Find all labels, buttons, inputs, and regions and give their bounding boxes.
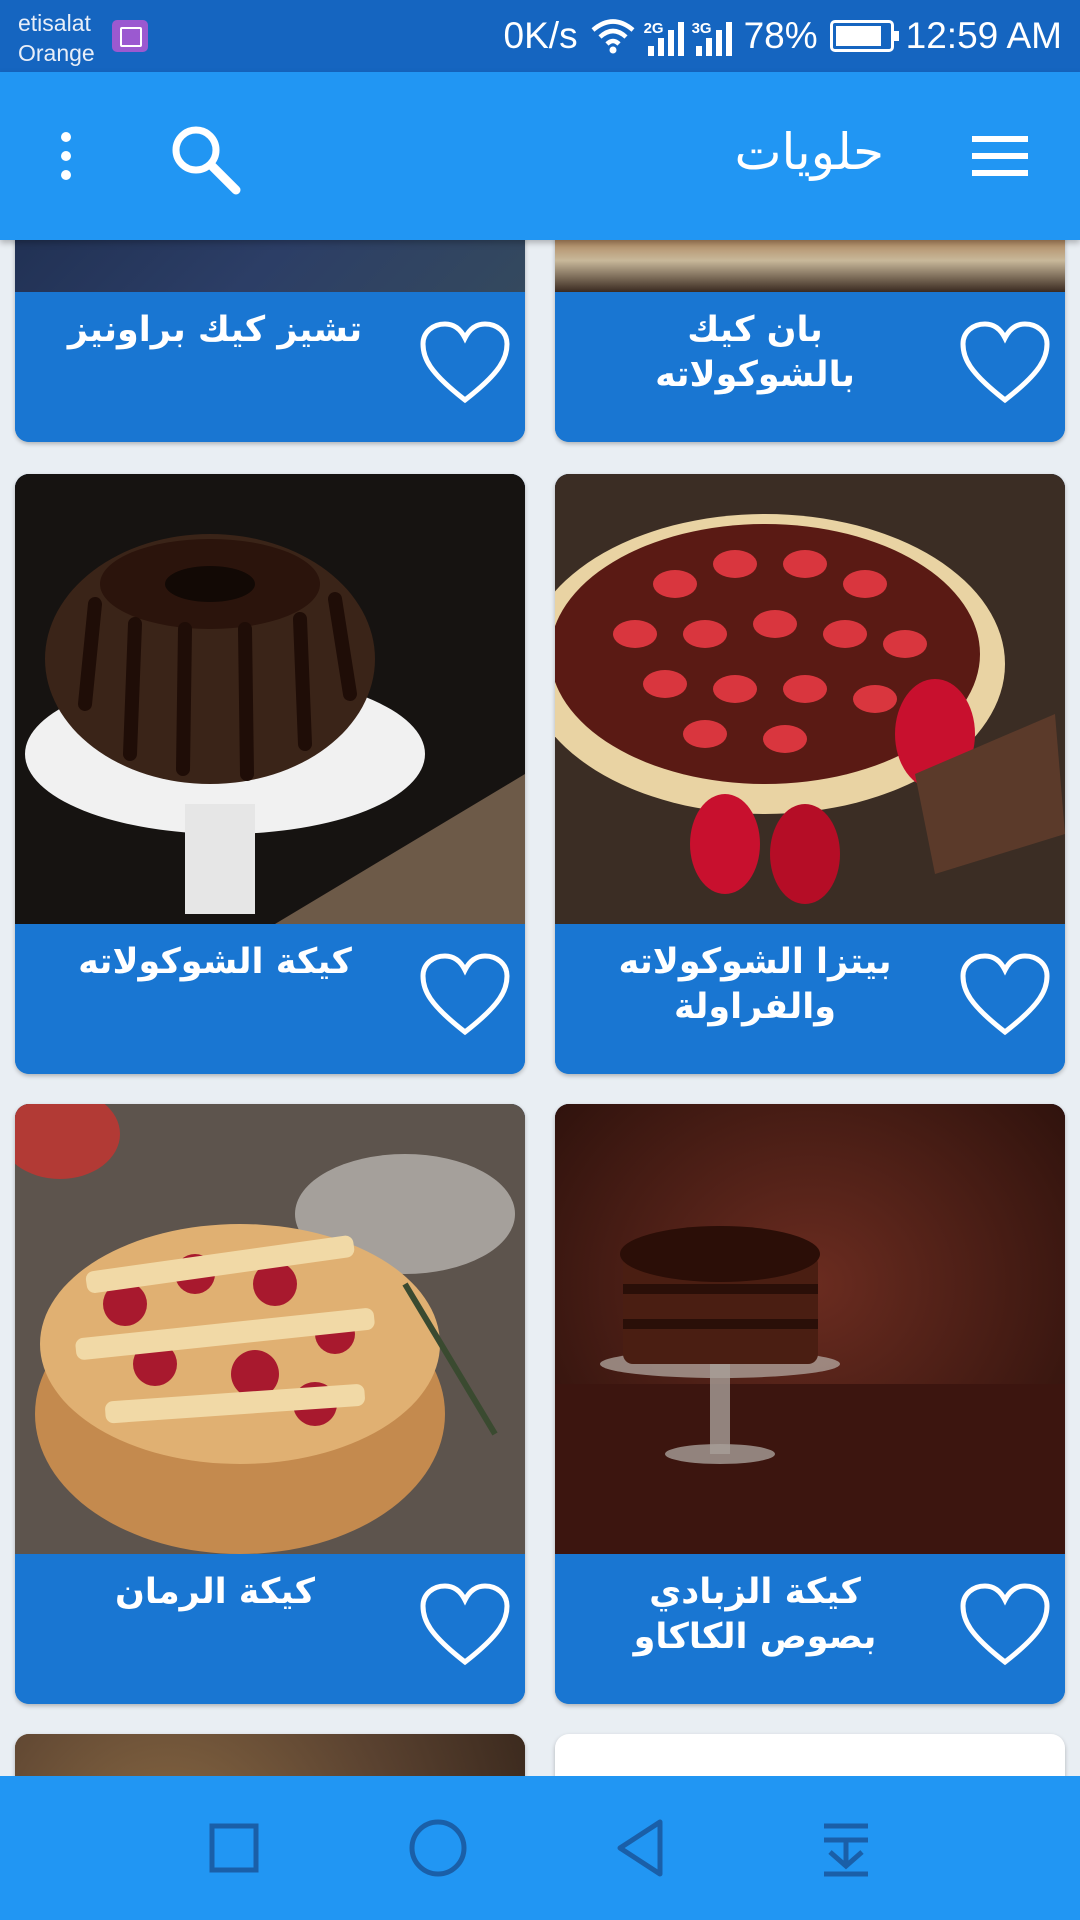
heart-icon[interactable] <box>959 320 1051 406</box>
carrier-line-2: Orange <box>18 40 95 66</box>
heart-icon[interactable] <box>419 1582 511 1668</box>
recipe-title-bar: بيتزا الشوكولاته والفراولة <box>555 924 1065 1074</box>
heart-icon[interactable] <box>419 952 511 1038</box>
recipe-card[interactable]: بيتزا الشوكولاته والفراولة <box>555 474 1065 1074</box>
recipe-title-bar: بان كيك بالشوكولاته <box>555 292 1065 442</box>
recipe-card[interactable]: كيكة الزبادي بصوص الكاكاو <box>555 1104 1065 1704</box>
more-vert-icon[interactable] <box>58 132 74 188</box>
heart-icon[interactable] <box>419 320 511 406</box>
recipe-card[interactable]: كيكة الرمان <box>15 1104 525 1704</box>
signal-3g-icon: 3G <box>692 16 732 56</box>
wifi-icon <box>591 19 635 54</box>
recipe-image <box>555 1104 1065 1554</box>
recipe-title-bar: كيكة الزبادي بصوص الكاكاو <box>555 1554 1065 1704</box>
status-bar: etisalat Orange 0K/s 2G 3G 78% 12:59 AM <box>0 0 1080 72</box>
gallery-notification-icon <box>112 20 148 52</box>
recipe-card[interactable]: كيكة الشوكولاته <box>15 474 525 1074</box>
recipe-title: كيكة الزبادي بصوص الكاكاو <box>633 1572 877 1657</box>
recipe-card[interactable] <box>15 1734 525 1776</box>
carrier-label: etisalat Orange <box>18 8 95 68</box>
page-title: حلويات <box>734 123 884 181</box>
recipe-image <box>15 474 525 924</box>
recipe-title: كيكة الرمان <box>114 1572 315 1612</box>
heart-icon[interactable] <box>959 1582 1051 1668</box>
battery-percent: 78% <box>743 15 818 56</box>
app-bar: حلويات <box>0 72 1080 240</box>
network-type-3g: 3G <box>691 20 712 37</box>
network-speed: 0K/s <box>503 15 578 56</box>
recipe-title-bar: كيكة الشوكولاته <box>15 924 525 1074</box>
heart-icon[interactable] <box>959 952 1051 1038</box>
recipe-title: بان كيك بالشوكولاته <box>655 310 855 395</box>
recipe-image <box>555 240 1065 292</box>
pull-down-icon[interactable] <box>810 1812 882 1884</box>
recipe-card[interactable] <box>555 1734 1065 1776</box>
clock: 12:59 AM <box>905 15 1062 56</box>
recipe-title-bar: تشيز كيك براونيز <box>15 292 525 442</box>
recipe-title: تشيز كيك براونيز <box>67 310 363 350</box>
search-icon[interactable] <box>166 120 246 200</box>
carrier-line-1: etisalat <box>18 10 91 36</box>
square-icon[interactable] <box>198 1812 270 1884</box>
recipe-card[interactable]: تشيز كيك براونيز <box>15 240 525 442</box>
recipe-image <box>15 1734 525 1776</box>
battery-icon <box>829 20 899 52</box>
circle-icon[interactable] <box>402 1812 474 1884</box>
triangle-back-icon[interactable] <box>606 1812 678 1884</box>
status-icons: 0K/s 2G 3G 78% 12:59 AM <box>504 0 1062 72</box>
recipe-title: بيتزا الشوكولاته والفراولة <box>618 942 892 1027</box>
recipe-title: كيكة الشوكولاته <box>78 942 352 982</box>
signal-2g-icon: 2G <box>644 16 684 56</box>
recipe-card[interactable]: بان كيك بالشوكولاته <box>555 240 1065 442</box>
recipe-title-bar: كيكة الرمان <box>15 1554 525 1704</box>
recipe-grid: بان كيك بالشوكولاته تشيز كيك براونيز بيت… <box>0 240 1080 1776</box>
system-nav-bar <box>0 1776 1080 1920</box>
network-type-2g: 2G <box>643 20 664 37</box>
recipe-image <box>15 240 525 292</box>
hamburger-icon[interactable] <box>972 136 1028 176</box>
recipe-image <box>15 1104 525 1554</box>
recipe-image <box>555 474 1065 924</box>
